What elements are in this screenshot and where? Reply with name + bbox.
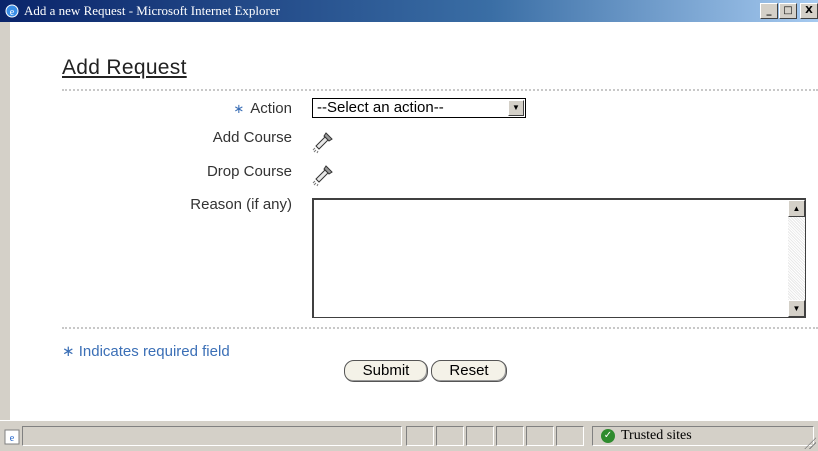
divider-bottom — [62, 327, 818, 329]
ie-page-icon: e — [4, 429, 20, 445]
action-label-row: ∗ Action — [233, 100, 292, 117]
action-select-value: --Select an action-- — [317, 99, 444, 116]
submit-button[interactable]: Submit — [344, 360, 428, 382]
action-label: Action — [250, 100, 292, 117]
chevron-down-icon[interactable]: ▼ — [508, 100, 524, 116]
status-cell — [466, 426, 494, 446]
reason-scrollbar[interactable]: ▲ ▼ — [788, 200, 805, 317]
status-cell — [496, 426, 524, 446]
drop-course-label: Drop Course — [206, 163, 292, 180]
add-course-flashlight-icon[interactable] — [312, 130, 336, 154]
reset-button[interactable]: Reset — [431, 360, 507, 382]
trusted-check-icon: ✓ — [601, 429, 615, 443]
status-text-panel — [22, 426, 402, 446]
reason-label: Reason (if any) — [190, 196, 292, 213]
status-cell — [526, 426, 554, 446]
zone-label: Trusted sites — [621, 428, 692, 443]
status-cell — [406, 426, 434, 446]
form-labels: ∗ Action Add Course Drop Course Reason (i… — [110, 22, 292, 322]
scroll-up-icon[interactable]: ▲ — [788, 200, 805, 217]
scroll-down-icon[interactable]: ▼ — [788, 300, 805, 317]
maximize-button[interactable]: □ — [779, 3, 797, 19]
status-bar: e ✓ Trusted sites — [0, 420, 818, 451]
required-star-icon: ∗ — [233, 101, 245, 116]
status-cell — [436, 426, 464, 446]
required-field-note: ∗ Indicates required field — [62, 343, 230, 360]
security-zone-panel[interactable]: ✓ Trusted sites — [592, 426, 814, 446]
svg-text:e: e — [10, 7, 15, 18]
svg-text:e: e — [10, 433, 15, 444]
drop-course-flashlight-icon[interactable] — [312, 163, 336, 187]
window-title-bar[interactable]: e Add a new Request - Microsoft Internet… — [0, 0, 818, 22]
close-button[interactable]: X — [800, 3, 818, 19]
window-title: Add a new Request - Microsoft Internet E… — [24, 3, 280, 18]
reason-textarea[interactable]: ▲ ▼ — [312, 198, 806, 318]
minimize-button[interactable]: _ — [760, 3, 778, 19]
resize-grip-icon[interactable] — [804, 437, 816, 449]
page-content: Add Request ∗ Action Add Course Drop Cour… — [10, 22, 818, 420]
status-cell — [556, 426, 584, 446]
action-select[interactable]: --Select an action-- ▼ — [312, 98, 526, 118]
ie-icon: e — [5, 4, 19, 18]
add-course-label: Add Course — [212, 129, 292, 146]
